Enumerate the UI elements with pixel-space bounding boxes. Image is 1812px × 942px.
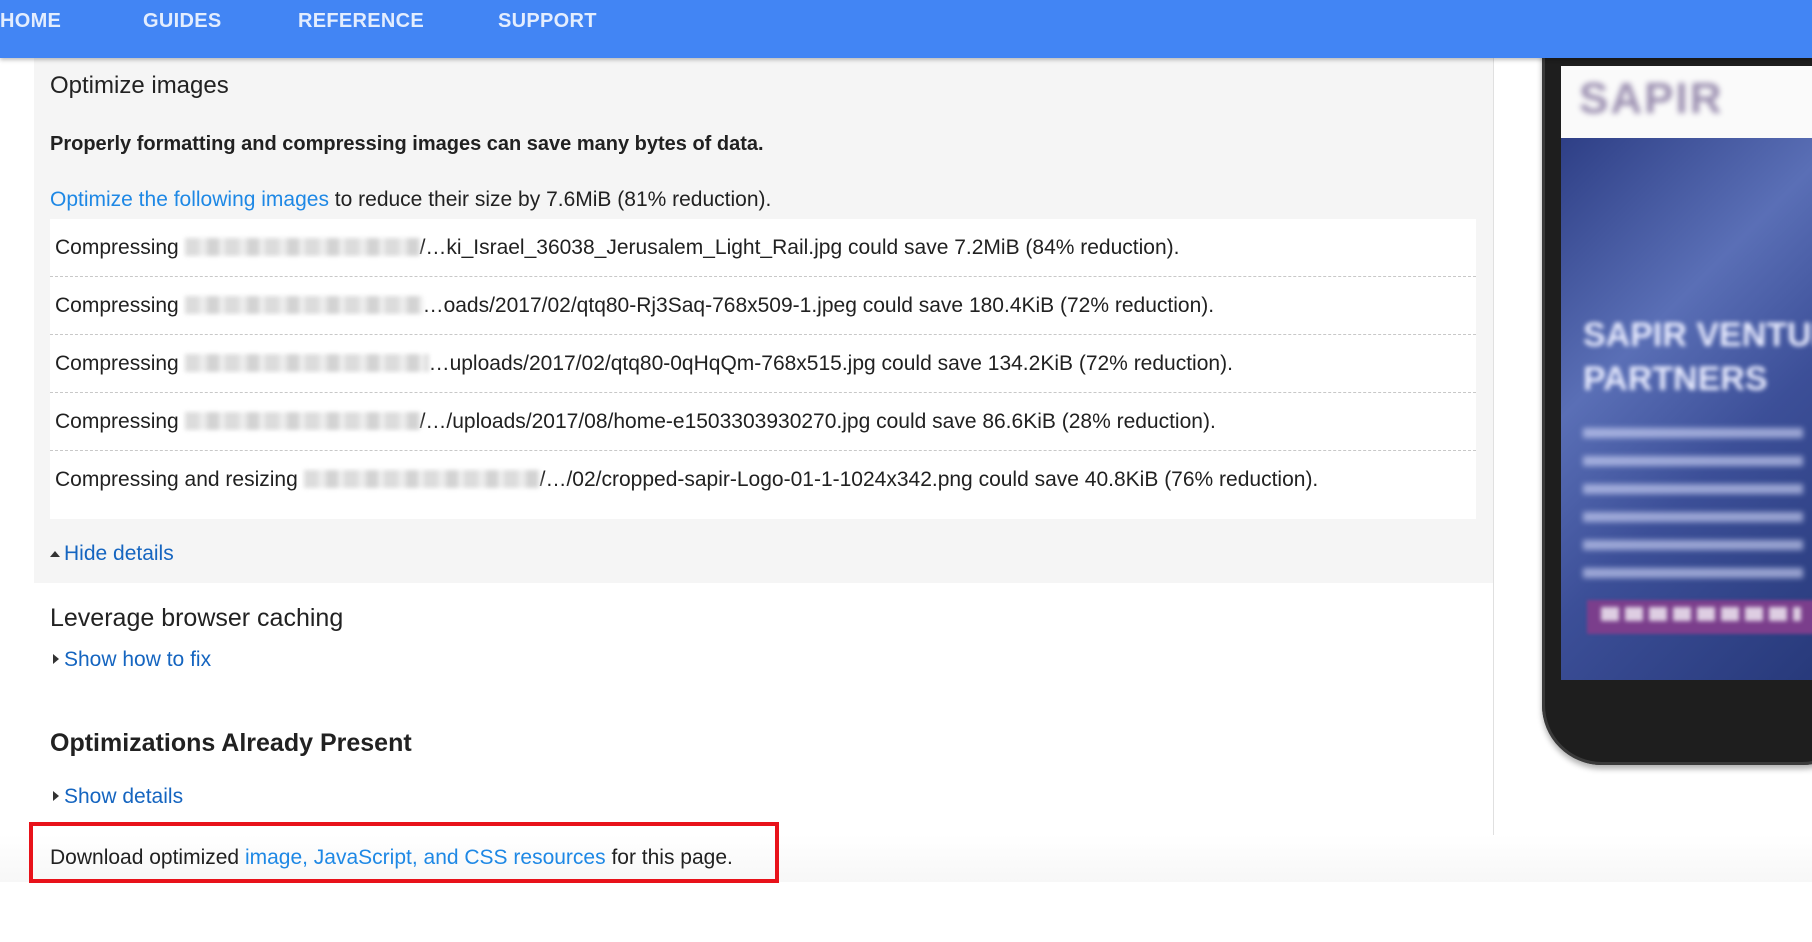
row-prefix: Compressing xyxy=(55,236,185,259)
optimize-summary: Properly formatting and compressing imag… xyxy=(50,133,764,155)
row-suffix: …oads/2017/02/qtq80-Rj3Saq-768x509-1.jpe… xyxy=(422,294,1215,317)
list-item: Compressing …uploads/2017/02/qtq80-0qHqQ… xyxy=(50,335,1476,393)
triangle-right-icon xyxy=(53,654,59,664)
highlight-box xyxy=(29,822,779,883)
row-prefix: Compressing xyxy=(55,352,185,375)
show-details-label[interactable]: Show details xyxy=(64,785,183,808)
list-item: Compressing …oads/2017/02/qtq80-Rj3Saq-7… xyxy=(50,277,1476,335)
row-suffix: /…ki_Israel_36038_Jerusalem_Light_Rail.j… xyxy=(419,236,1180,259)
list-item: Compressing /…/uploads/2017/08/home-e150… xyxy=(50,393,1476,451)
hero-button-label xyxy=(1601,607,1801,621)
hero-body-text xyxy=(1583,428,1803,578)
hero-title-line-1: SAPIR VENTURE xyxy=(1583,316,1812,354)
hide-details-label[interactable]: Hide details xyxy=(64,542,174,565)
triangle-up-icon xyxy=(50,551,60,557)
redacted-url xyxy=(303,470,540,488)
phone-screen-header: SAPIR xyxy=(1561,66,1812,138)
row-prefix: Compressing xyxy=(55,410,185,433)
show-how-to-fix-toggle[interactable]: Show how to fix xyxy=(50,648,211,672)
phone-screen: SAPIR SAPIR VENTURE PARTNERS xyxy=(1561,66,1812,680)
row-suffix: /…/02/cropped-sapir-Logo-01-1-1024x342.p… xyxy=(539,468,1319,491)
nav-reference[interactable]: REFERENCE xyxy=(298,0,424,42)
column-divider xyxy=(1493,58,1494,882)
image-savings-list: Compressing /…ki_Israel_36038_Jerusalem_… xyxy=(50,219,1476,519)
row-prefix: Compressing xyxy=(55,294,185,317)
hide-details-toggle[interactable]: Hide details xyxy=(50,542,174,566)
redacted-url xyxy=(184,354,429,372)
optimizations-present-title: Optimizations Already Present xyxy=(50,729,412,757)
nav-support[interactable]: SUPPORT xyxy=(498,0,597,42)
site-logo: SAPIR xyxy=(1579,74,1724,123)
hero-title-line-2: PARTNERS xyxy=(1583,360,1768,398)
top-nav: HOME GUIDES REFERENCE SUPPORT xyxy=(0,0,1812,58)
row-prefix: Compressing and resizing xyxy=(55,468,304,491)
nav-home[interactable]: HOME xyxy=(0,0,61,42)
list-item: Compressing /…ki_Israel_36038_Jerusalem_… xyxy=(50,219,1476,277)
hero-title: SAPIR VENTURE PARTNERS xyxy=(1583,313,1812,401)
optimize-description-rest: to reduce their size by 7.6MiB (81% redu… xyxy=(328,188,772,211)
triangle-right-icon xyxy=(53,791,59,801)
nav-guides[interactable]: GUIDES xyxy=(143,0,221,42)
show-how-to-fix-label[interactable]: Show how to fix xyxy=(64,648,211,671)
optimize-description: Optimize the following images to reduce … xyxy=(50,188,771,212)
optimize-following-images-link[interactable]: Optimize the following images xyxy=(50,188,329,211)
row-suffix: /…/uploads/2017/08/home-e1503303930270.j… xyxy=(419,410,1216,433)
redacted-url xyxy=(184,412,420,430)
row-suffix: …uploads/2017/02/qtq80-0qHqQm-768x515.jp… xyxy=(428,352,1233,375)
show-details-toggle[interactable]: Show details xyxy=(50,785,183,809)
list-item: Compressing and resizing /…/02/cropped-s… xyxy=(50,451,1476,509)
phone-hero: SAPIR VENTURE PARTNERS xyxy=(1561,138,1812,680)
redacted-url xyxy=(184,296,423,314)
optimize-images-title: Optimize images xyxy=(50,72,229,99)
leverage-caching-title: Leverage browser caching xyxy=(50,604,344,632)
redacted-url xyxy=(184,238,420,256)
